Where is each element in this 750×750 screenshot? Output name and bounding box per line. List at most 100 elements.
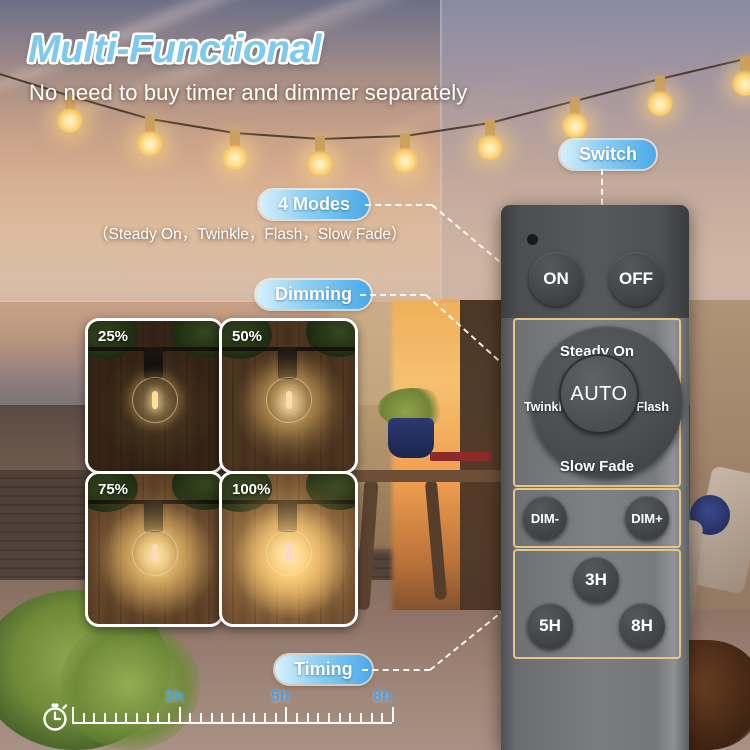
ruler-label: 8h [373, 688, 392, 705]
timer-3h-button[interactable]: 3H [573, 557, 619, 603]
ruler-tick [264, 713, 266, 722]
dimming-tile: 75% [85, 471, 224, 627]
bulb-glass [647, 90, 673, 116]
garden-shrub [60, 620, 200, 750]
mode-flash-label[interactable]: Flash [636, 400, 669, 414]
ruler-tick [285, 707, 288, 722]
timing-ruler [72, 722, 392, 724]
ruler-tick [178, 707, 181, 722]
tile-socket [278, 500, 297, 532]
bulb-glass [392, 147, 418, 173]
tile-label: 25% [98, 328, 129, 345]
tile-socket [144, 347, 163, 379]
mode-slow-fade-label[interactable]: Slow Fade [515, 458, 679, 475]
ir-led-icon [527, 234, 538, 245]
remote-top-section [501, 205, 689, 318]
tile-socket [144, 500, 163, 532]
ruler-tick [157, 713, 160, 722]
tile-socket [278, 347, 297, 379]
ruler-tick [189, 713, 192, 722]
tile-filament [152, 544, 158, 562]
tile-bulb [132, 530, 178, 576]
ruler-tick [381, 713, 384, 722]
tile-bulb [132, 377, 178, 423]
ruler-tick [93, 713, 96, 722]
timer-panel: 3H 5H 8H [513, 549, 681, 659]
dimming-tile: 100% [219, 471, 358, 627]
connector-timing-horizontal [362, 669, 430, 671]
badge-dimming[interactable]: Dimming [256, 280, 372, 309]
power-off-button[interactable]: OFF [609, 252, 663, 306]
tile-bulb [266, 377, 312, 423]
ruler-tick [168, 713, 170, 722]
bulb-glass [562, 112, 588, 138]
timer-5h-button[interactable]: 5H [527, 603, 573, 649]
ruler-tick [210, 713, 213, 722]
mode-panel: Steady On Twinkle Flash Slow Fade AUTO [513, 318, 683, 487]
ruler-tick [136, 713, 138, 722]
infographic-canvas: Multi-Functional No need to buy timer an… [0, 0, 750, 750]
bulb-glass [137, 130, 163, 156]
page-subtitle: No need to buy timer and dimmer separate… [29, 80, 468, 105]
tile-label: 75% [98, 481, 129, 498]
auto-button-label: AUTO [570, 382, 628, 405]
remote-control: ON OFF Steady On Twinkle Flash Slow Fade… [501, 205, 689, 750]
scene-divider [440, 0, 442, 330]
bulb-glass [57, 107, 83, 133]
ruler-tick [232, 713, 234, 722]
ruler-tick [114, 713, 117, 722]
bulb-glass [222, 144, 248, 170]
tile-filament [152, 391, 158, 409]
connector-dimming-horizontal [360, 294, 426, 296]
light-bulb [477, 120, 503, 168]
bulb-glass [477, 134, 503, 160]
tile-filament [286, 544, 292, 562]
light-bulb [392, 133, 418, 181]
tile-filament [286, 391, 292, 409]
ruler-label: 3h [165, 688, 184, 705]
badge-timing[interactable]: Timing [275, 655, 372, 684]
ruler-tick [125, 713, 128, 722]
ruler-tick [72, 707, 74, 722]
auto-button[interactable]: AUTO [559, 354, 639, 434]
light-bulb [137, 116, 163, 164]
bulb-glass [732, 70, 750, 96]
ruler-tick [296, 713, 298, 722]
light-bulb [732, 56, 750, 104]
tile-label: 100% [232, 481, 271, 498]
dimming-tile: 50% [219, 318, 358, 474]
modes-caption: （Steady On，Twinkle，Flash，Slow Fade） [93, 226, 407, 243]
ruler-tick [306, 713, 309, 722]
ruler-tick [360, 713, 362, 722]
tile-bulb [266, 530, 312, 576]
badge-modes[interactable]: 4 Modes [259, 190, 370, 219]
power-on-button[interactable]: ON [529, 252, 583, 306]
ruler-tick [392, 707, 394, 722]
light-bulb [562, 98, 588, 146]
dim-minus-button[interactable]: DIM- [523, 496, 567, 540]
dimmer-panel: DIM- DIM+ [513, 488, 681, 548]
badge-switch[interactable]: Switch [560, 140, 657, 169]
page-title: Multi-Functional [28, 28, 322, 71]
ruler-tick [328, 713, 330, 722]
dim-plus-button[interactable]: DIM+ [625, 496, 669, 540]
light-bulb [307, 136, 333, 184]
ruler-tick [317, 713, 320, 722]
bulb-glass [307, 150, 333, 176]
ruler-tick [338, 713, 341, 722]
dimming-tile: 25% [85, 318, 224, 474]
ruler-tick [104, 713, 106, 722]
ruler-tick [370, 713, 373, 722]
ruler-label: 5h [271, 688, 290, 705]
connector-modes-horizontal [365, 204, 432, 206]
ruler-tick [82, 713, 85, 722]
ruler-tick [349, 713, 352, 722]
ruler-tick [146, 713, 149, 722]
ruler-tick [253, 713, 256, 722]
ruler-tick [242, 713, 245, 722]
book-on-table [430, 452, 492, 461]
ruler-tick [200, 713, 202, 722]
light-bulb [222, 130, 248, 178]
ruler-tick [274, 713, 277, 722]
timer-8h-button[interactable]: 8H [619, 603, 665, 649]
